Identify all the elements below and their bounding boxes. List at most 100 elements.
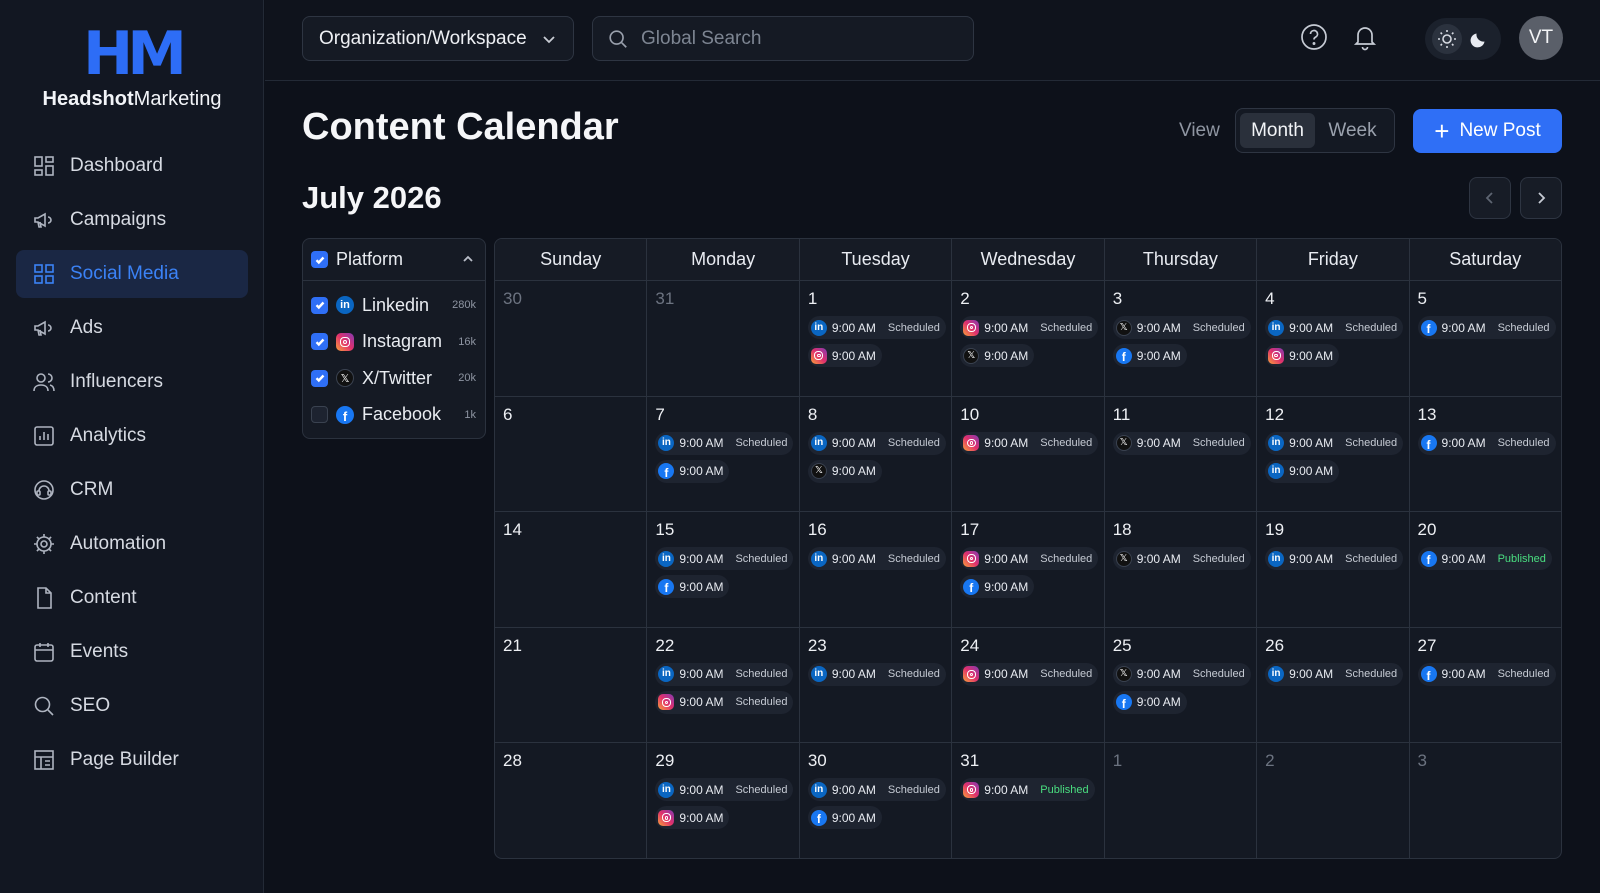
scheduled-post-chip[interactable]: in 9:00 AM Scheduled <box>655 547 794 571</box>
scheduled-post-chip[interactable]: f 9:00 AM Scheduled <box>1417 662 1556 686</box>
calendar-day-cell[interactable]: 29 in 9:00 AM Scheduled 9:00 AM <box>647 743 800 858</box>
sidebar-item-ads[interactable]: Ads <box>16 304 248 352</box>
scheduled-post-chip[interactable]: 9:00 AM Scheduled <box>960 662 1099 686</box>
calendar-day-cell[interactable]: 4 in 9:00 AM Scheduled 9:00 AM <box>1257 281 1410 396</box>
platform-filter-linkedin[interactable]: in Linkedin 280k <box>303 287 485 324</box>
calendar-day-cell[interactable]: 31 <box>647 281 800 396</box>
sidebar-item-seo[interactable]: SEO <box>16 682 248 730</box>
global-search-input[interactable] <box>641 27 941 50</box>
scheduled-post-chip[interactable]: in 9:00 AM Scheduled <box>807 778 946 802</box>
platform-checkbox[interactable] <box>311 369 328 387</box>
scheduled-post-chip[interactable]: in 9:00 AM Scheduled <box>807 547 946 571</box>
scheduled-post-chip[interactable]: in 9:00 AM <box>1265 459 1340 483</box>
scheduled-post-chip[interactable]: in 9:00 AM Scheduled <box>1265 547 1404 571</box>
calendar-day-cell[interactable]: 8 in 9:00 AM Scheduled 𝕏 9:00 AM <box>800 396 953 512</box>
scheduled-post-chip[interactable]: in 9:00 AM Scheduled <box>807 431 946 455</box>
scheduled-post-chip[interactable]: in 9:00 AM Scheduled <box>655 778 794 802</box>
scheduled-post-chip[interactable]: 9:00 AM <box>655 806 730 830</box>
scheduled-post-chip[interactable]: 𝕏 9:00 AM Scheduled <box>1112 547 1251 571</box>
sidebar-item-content[interactable]: Content <box>16 574 248 622</box>
scheduled-post-chip[interactable]: in 9:00 AM Scheduled <box>655 662 794 686</box>
bell-icon[interactable] <box>1350 22 1380 52</box>
help-icon[interactable] <box>1299 22 1329 52</box>
calendar-day-cell[interactable]: 30 in 9:00 AM Scheduled f 9:00 AM <box>800 743 953 858</box>
calendar-day-cell[interactable]: 31 9:00 AM Published <box>952 743 1105 858</box>
calendar-day-cell[interactable]: 5 f 9:00 AM Scheduled <box>1410 281 1561 396</box>
scheduled-post-chip[interactable]: 𝕏 9:00 AM Scheduled <box>1112 316 1251 339</box>
calendar-day-cell[interactable]: 16 in 9:00 AM Scheduled <box>800 512 953 627</box>
platform-filter-facebook[interactable]: f Facebook 1k <box>303 397 485 434</box>
calendar-day-cell[interactable]: 7 in 9:00 AM Scheduled f 9:00 AM <box>647 396 800 512</box>
scheduled-post-chip[interactable]: f 9:00 AM <box>655 575 730 599</box>
scheduled-post-chip[interactable]: f 9:00 AM <box>655 459 730 483</box>
sidebar-item-automation[interactable]: Automation <box>16 520 248 568</box>
scheduled-post-chip[interactable]: f 9:00 AM <box>1112 344 1187 367</box>
theme-toggle[interactable] <box>1425 18 1501 60</box>
platform-checkbox[interactable] <box>311 333 328 351</box>
global-search[interactable] <box>592 16 974 61</box>
platform-filter-header[interactable]: Platform <box>303 239 485 281</box>
calendar-day-cell[interactable]: 20 f 9:00 AM Published <box>1410 512 1561 627</box>
platform-checkbox[interactable] <box>311 406 328 424</box>
calendar-day-cell[interactable]: 30 <box>495 281 648 396</box>
scheduled-post-chip[interactable]: in 9:00 AM Scheduled <box>1265 316 1404 339</box>
view-week-button[interactable]: Week <box>1315 113 1390 148</box>
sidebar-item-crm[interactable]: CRM <box>16 466 248 514</box>
scheduled-post-chip[interactable]: in 9:00 AM Scheduled <box>1265 662 1404 686</box>
scheduled-post-chip[interactable]: in 9:00 AM Scheduled <box>807 316 946 339</box>
platform-checkbox[interactable] <box>311 296 328 314</box>
calendar-day-cell[interactable]: 2 <box>1257 743 1410 858</box>
scheduled-post-chip[interactable]: in 9:00 AM Scheduled <box>807 662 946 686</box>
calendar-day-cell[interactable]: 2 9:00 AM Scheduled 𝕏 9:00 AM <box>952 281 1105 396</box>
scheduled-post-chip[interactable]: f 9:00 AM Published <box>1417 547 1552 571</box>
sidebar-item-analytics[interactable]: Analytics <box>16 412 248 460</box>
sidebar-item-page-builder[interactable]: Page Builder <box>16 736 248 784</box>
calendar-day-cell[interactable]: 3 𝕏 9:00 AM Scheduled f 9:00 AM <box>1105 281 1258 396</box>
calendar-day-cell[interactable]: 3 <box>1410 743 1561 858</box>
calendar-day-cell[interactable]: 23 in 9:00 AM Scheduled <box>800 627 953 743</box>
scheduled-post-chip[interactable]: 9:00 AM <box>1265 344 1340 367</box>
scheduled-post-chip[interactable]: 𝕏 9:00 AM Scheduled <box>1112 431 1251 455</box>
sidebar-item-influencers[interactable]: Influencers <box>16 358 248 406</box>
calendar-day-cell[interactable]: 18 𝕏 9:00 AM Scheduled <box>1105 512 1258 627</box>
calendar-day-cell[interactable]: 25 𝕏 9:00 AM Scheduled f 9:00 AM <box>1105 627 1258 743</box>
light-mode-button[interactable] <box>1432 24 1462 54</box>
scheduled-post-chip[interactable]: f 9:00 AM Scheduled <box>1417 431 1556 455</box>
scheduled-post-chip[interactable]: 9:00 AM Scheduled <box>960 547 1099 571</box>
scheduled-post-chip[interactable]: 𝕏 9:00 AM Scheduled <box>1112 662 1251 686</box>
chevron-up-icon[interactable] <box>461 252 475 266</box>
scheduled-post-chip[interactable]: 𝕏 9:00 AM <box>960 344 1035 367</box>
view-month-button[interactable]: Month <box>1240 113 1315 148</box>
calendar-day-cell[interactable]: 24 9:00 AM Scheduled <box>952 627 1105 743</box>
calendar-day-cell[interactable]: 1 in 9:00 AM Scheduled 9:00 AM <box>800 281 953 396</box>
scheduled-post-chip[interactable]: f 9:00 AM <box>807 806 882 830</box>
scheduled-post-chip[interactable]: in 9:00 AM Scheduled <box>1265 431 1404 455</box>
prev-month-button[interactable] <box>1469 177 1511 219</box>
calendar-day-cell[interactable]: 26 in 9:00 AM Scheduled <box>1257 627 1410 743</box>
scheduled-post-chip[interactable]: f 9:00 AM Scheduled <box>1417 316 1556 339</box>
dark-mode-button[interactable] <box>1464 24 1494 54</box>
calendar-day-cell[interactable]: 17 9:00 AM Scheduled f 9:00 AM <box>952 512 1105 627</box>
scheduled-post-chip[interactable]: 9:00 AM <box>807 344 882 367</box>
next-month-button[interactable] <box>1520 177 1562 219</box>
calendar-day-cell[interactable]: 19 in 9:00 AM Scheduled <box>1257 512 1410 627</box>
calendar-day-cell[interactable]: 11 𝕏 9:00 AM Scheduled <box>1105 396 1258 512</box>
scheduled-post-chip[interactable]: 9:00 AM Scheduled <box>655 690 794 714</box>
brand-logo[interactable]: HM HeadshotMarketing <box>0 24 264 111</box>
calendar-day-cell[interactable]: 1 <box>1105 743 1258 858</box>
user-avatar[interactable]: VT <box>1519 16 1563 60</box>
platform-filter-x[interactable]: 𝕏 X/Twitter 20k <box>303 360 485 397</box>
calendar-day-cell[interactable]: 6 <box>495 396 648 512</box>
scheduled-post-chip[interactable]: f 9:00 AM <box>960 575 1035 599</box>
sidebar-item-events[interactable]: Events <box>16 628 248 676</box>
scheduled-post-chip[interactable]: 9:00 AM Scheduled <box>960 316 1099 339</box>
calendar-day-cell[interactable]: 21 <box>495 627 648 743</box>
sidebar-item-social-media[interactable]: Social Media <box>16 250 248 298</box>
calendar-day-cell[interactable]: 28 <box>495 743 648 858</box>
calendar-day-cell[interactable]: 22 in 9:00 AM Scheduled 9:00 AM Scheduled <box>647 627 800 743</box>
scheduled-post-chip[interactable]: f 9:00 AM <box>1112 690 1187 714</box>
calendar-day-cell[interactable]: 13 f 9:00 AM Scheduled <box>1410 397 1561 512</box>
org-workspace-dropdown[interactable]: Organization/Workspace <box>302 16 574 61</box>
calendar-day-cell[interactable]: 10 9:00 AM Scheduled <box>952 396 1105 512</box>
calendar-day-cell[interactable]: 14 <box>495 512 648 627</box>
